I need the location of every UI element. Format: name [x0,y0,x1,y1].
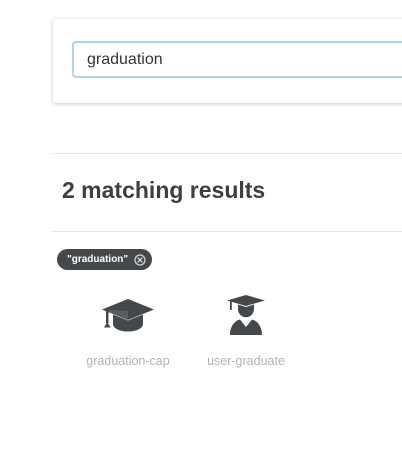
results-heading: 2 matching results [62,177,266,203]
graduation-cap-icon [101,290,155,340]
icon-search-page: 2 matching results "graduation" graduati… [0,0,402,458]
result-tile-user-graduate[interactable]: user-graduate [196,290,296,380]
result-name: graduation-cap [86,354,170,368]
search-input[interactable] [72,41,402,78]
result-tile-graduation-cap[interactable]: graduation-cap [78,290,178,380]
filter-chip-label: "graduation" [67,254,129,265]
filter-chip[interactable]: "graduation" [57,249,153,270]
result-name: user-graduate [207,354,285,368]
close-circle-icon[interactable] [134,253,146,266]
search-card [53,19,402,103]
user-graduate-icon [219,290,273,340]
divider-top [53,153,402,154]
divider-bottom [53,231,402,232]
